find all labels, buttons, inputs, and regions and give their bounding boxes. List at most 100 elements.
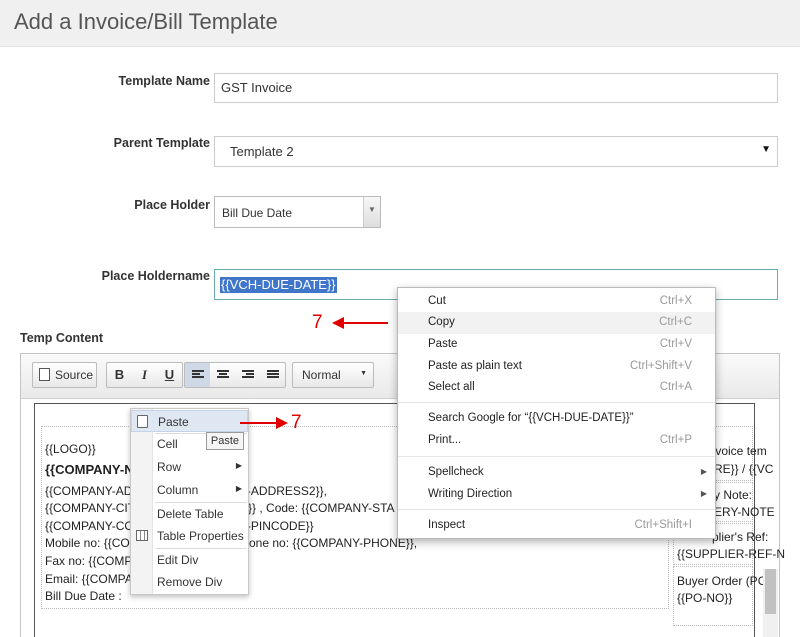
company-name-placeholder: {{COMPANY-N: [45, 462, 134, 477]
menu-label: Edit Div: [157, 553, 199, 567]
scrollbar-thumb[interactable]: [765, 569, 776, 614]
menu-item-column[interactable]: Column ▶: [131, 479, 248, 501]
template-name-input[interactable]: GST Invoice: [214, 73, 778, 103]
annotation-arrow-icon: [332, 317, 388, 329]
align-left-button[interactable]: [185, 363, 210, 387]
city-line-right: E}} , Code: {{COMPANY-STA: [240, 501, 395, 515]
bold-button[interactable]: B: [107, 363, 132, 387]
menu-shortcut: Ctrl+X: [659, 295, 692, 307]
menu-label: Row: [157, 460, 182, 474]
menu-label: Select all: [428, 381, 475, 393]
annotation-step-number: 7: [291, 412, 302, 433]
chevron-down-icon: ▼: [761, 144, 771, 155]
parent-template-label: Parent Template: [113, 136, 210, 150]
menu-label: Paste: [428, 338, 458, 350]
menu-label: Print...: [428, 434, 462, 446]
page-title: Add a Invoice/Bill Template: [14, 9, 278, 34]
menu-label: Writing Direction: [428, 488, 513, 500]
table-icon: [136, 530, 148, 541]
right-po-no: {{PO-NO}}: [677, 591, 733, 605]
menu-item-row[interactable]: Row ▶: [131, 456, 248, 478]
menu-label: Cell: [157, 437, 178, 451]
menu-label: Copy: [428, 316, 455, 328]
place-holdername-label: Place Holdername: [101, 269, 210, 283]
menu-label: Cut: [428, 295, 446, 307]
menu-label: Remove Div: [157, 575, 223, 589]
menu-item-writing-direction[interactable]: Writing Direction ▶: [398, 484, 715, 506]
menu-label: Inspect: [428, 519, 466, 531]
menu-item-copy[interactable]: Copy Ctrl+C: [398, 312, 715, 334]
menu-label: Delete Table: [157, 507, 224, 521]
justify-icon: [266, 370, 279, 380]
menu-label: Spellcheck: [428, 466, 484, 478]
parent-template-select[interactable]: Template 2 ▼: [214, 136, 778, 167]
menu-separator: [398, 456, 715, 457]
right-pre-text: PRE}} / {{VC: [706, 462, 774, 476]
mobile-line: Mobile no: {{CO: [45, 536, 130, 550]
menu-item-search-google[interactable]: Search Google for “{{VCH-DUE-DATE}}”: [398, 408, 715, 430]
mobile-line-right: one no: {{COMPANY-PHONE}},: [249, 536, 418, 550]
bill-due-line: Bill Due Date :: [45, 589, 122, 603]
menu-item-table-properties[interactable]: Table Properties: [131, 525, 248, 547]
temp-content-label: Temp Content: [20, 331, 104, 345]
alignment-group: [184, 362, 286, 388]
logo-placeholder: {{LOGO}}: [45, 442, 96, 456]
menu-item-delete-table[interactable]: Delete Table: [131, 503, 248, 525]
menu-item-inspect[interactable]: Inspect Ctrl+Shift+I: [398, 515, 715, 537]
align-center-icon: [216, 370, 229, 380]
format-value: Normal: [302, 368, 341, 382]
annotation-arrow-icon: [240, 417, 288, 429]
paste-icon: [137, 415, 148, 428]
right-delivery-note: y Note:: [714, 488, 753, 502]
right-supplier-value: {{SUPPLIER-REF-N: [677, 547, 786, 561]
menu-item-paste[interactable]: Paste Ctrl+V: [398, 334, 715, 356]
menu-label: Search Google for “{{VCH-DUE-DATE}}”: [428, 412, 634, 424]
menu-shortcut: Ctrl+V: [659, 338, 692, 350]
align-center-button[interactable]: [210, 363, 235, 387]
menu-item-edit-div[interactable]: Edit Div: [131, 549, 248, 571]
parent-template-value: Template 2: [230, 144, 294, 159]
menu-item-remove-div[interactable]: Remove Div: [131, 571, 248, 593]
align-left-icon: [191, 370, 204, 380]
menu-item-spellcheck[interactable]: Spellcheck ▶: [398, 462, 715, 484]
chevron-down-icon: ▼: [360, 370, 367, 377]
align-right-button[interactable]: [235, 363, 260, 387]
menu-separator: [398, 402, 715, 403]
right-supplier-ref: plier's Ref:: [712, 530, 769, 544]
annotation-step-number: 7: [312, 312, 323, 333]
menu-item-select-all[interactable]: Select all Ctrl+A: [398, 377, 715, 399]
menu-item-paste[interactable]: Paste: [131, 410, 248, 432]
menu-label: Paste: [158, 415, 189, 429]
source-label: Source: [55, 368, 94, 382]
editor-scrollbar[interactable]: [763, 569, 778, 637]
menu-label: Column: [157, 483, 199, 497]
right-buyer-order: Buyer Order (PO: [677, 574, 768, 588]
right-delivery-value: VERY-NOTE: [706, 505, 775, 519]
email-line: Email: {{COMPA: [45, 572, 133, 586]
menu-shortcut: Ctrl+A: [659, 381, 692, 393]
address-line: {{COMPANY-AD: [45, 484, 133, 498]
fax-line: Fax no: {{COMP: [45, 554, 133, 568]
align-right-icon: [241, 370, 254, 380]
menu-item-cut[interactable]: Cut Ctrl+X: [398, 291, 715, 313]
page-header: Add a Invoice/Bill Template: [0, 0, 800, 47]
source-button[interactable]: Source: [32, 362, 97, 388]
menu-item-print[interactable]: Print... Ctrl+P: [398, 430, 715, 452]
select-arrow-button[interactable]: ▼: [363, 197, 380, 227]
menu-item-paste-plain[interactable]: Paste as plain text Ctrl+Shift+V: [398, 356, 715, 378]
underline-button[interactable]: U: [157, 363, 182, 387]
country-line-right: Y-PINCODE}}: [240, 519, 314, 533]
menu-label: Table Properties: [157, 529, 244, 543]
italic-button[interactable]: I: [132, 363, 157, 387]
menu-separator: [398, 509, 715, 510]
place-holder-label: Place Holder: [134, 198, 210, 212]
basic-styles-group: B I U: [106, 362, 183, 388]
format-dropdown[interactable]: Normal ▼: [292, 362, 374, 388]
menu-shortcut: Ctrl+Shift+V: [630, 360, 692, 372]
submenu-arrow-icon: ▶: [235, 484, 242, 493]
submenu-arrow-icon: ▶: [700, 489, 707, 498]
justify-button[interactable]: [260, 363, 285, 387]
submenu-arrow-icon: ▶: [235, 461, 242, 470]
selected-text: {{VCH-DUE-DATE}}: [220, 277, 337, 293]
place-holder-select[interactable]: Bill Due Date ▼: [214, 196, 381, 228]
